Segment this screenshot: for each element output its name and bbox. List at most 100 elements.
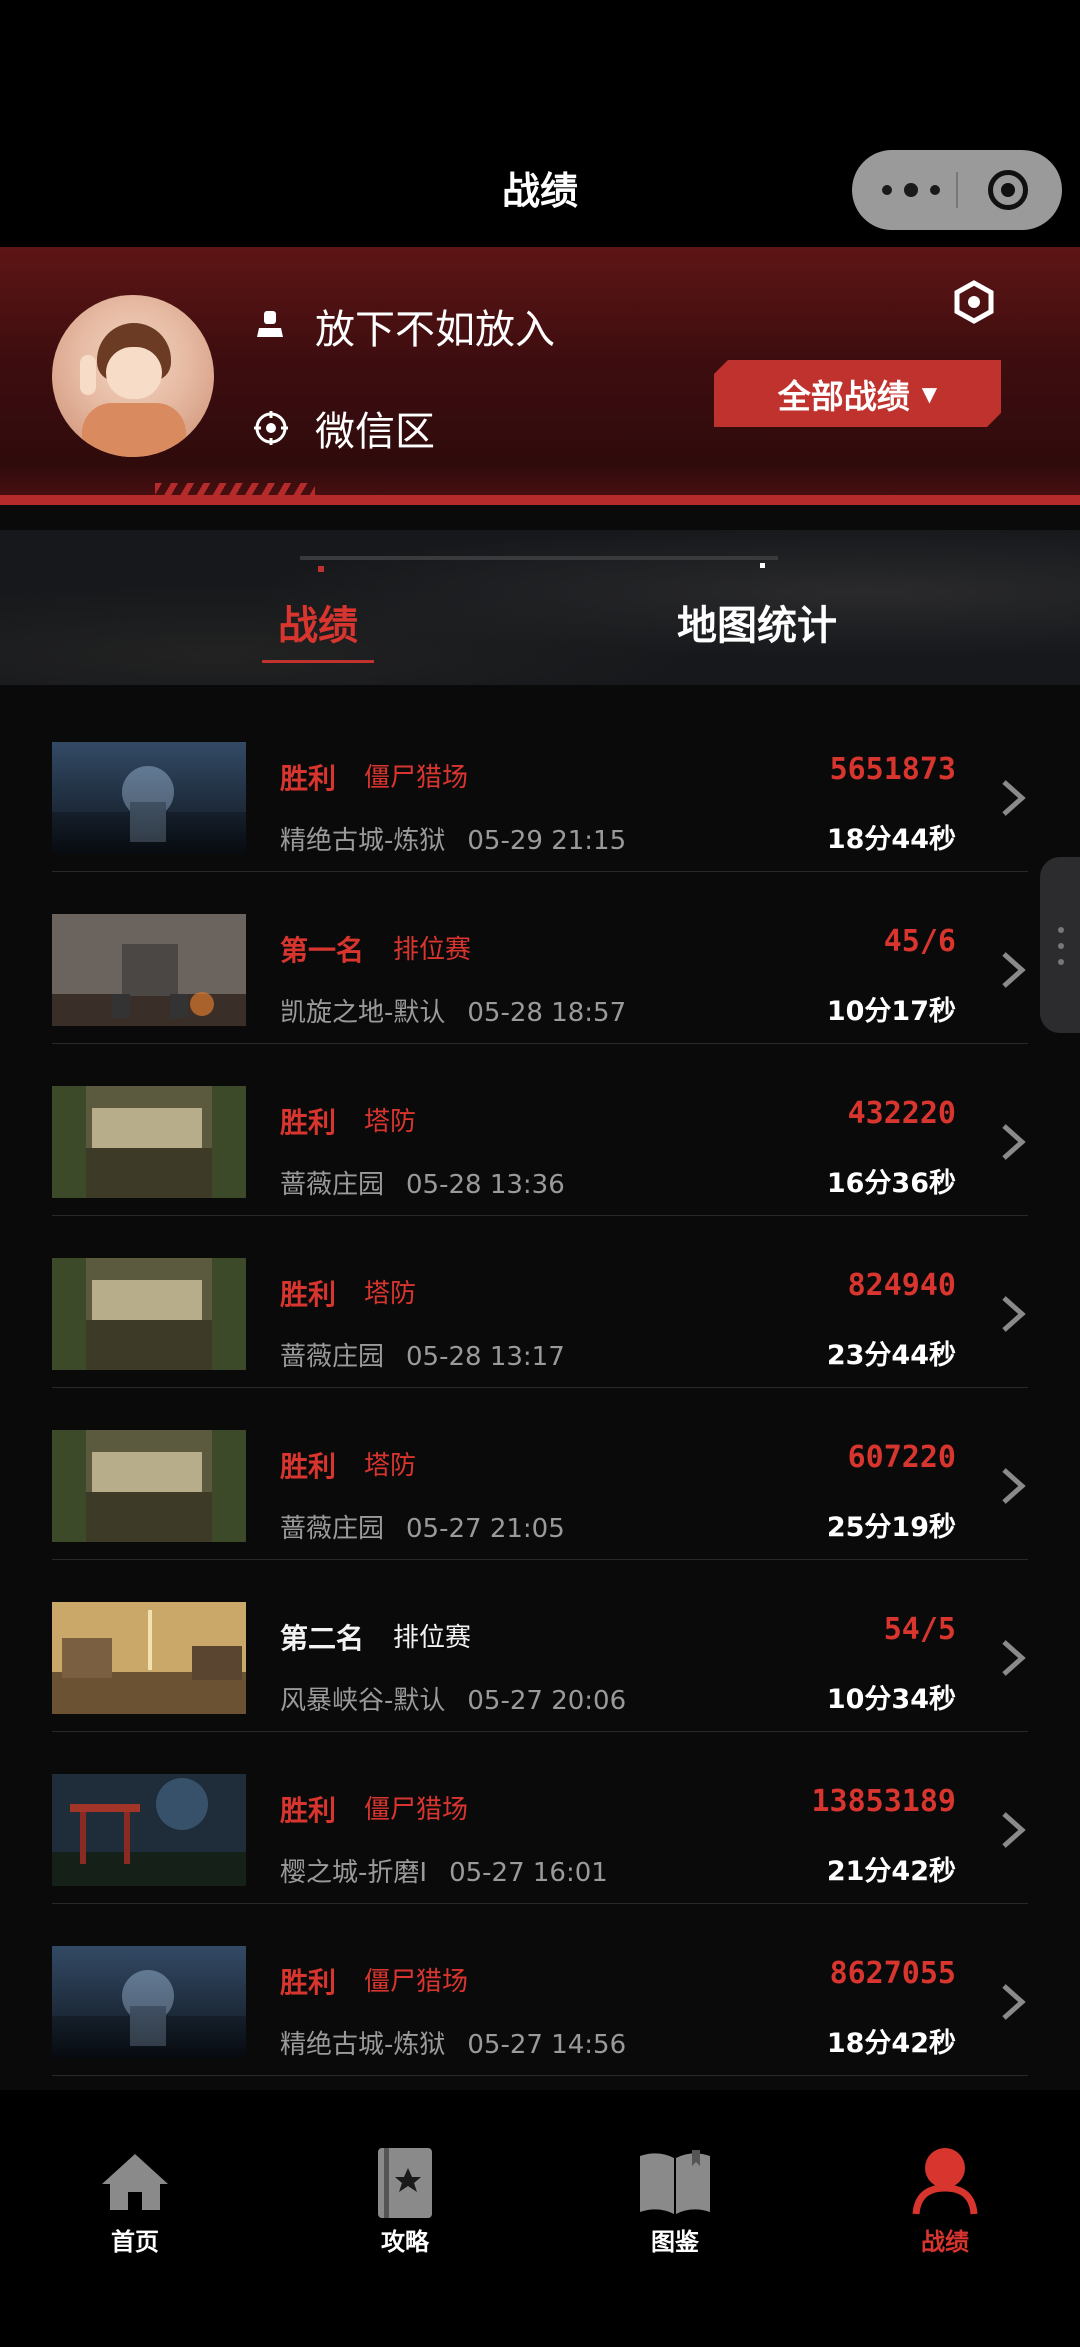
map-and-time: 蔷薇庄园 05-28 13:17 [280, 1336, 565, 1373]
map-name: 蔷薇庄园 [280, 1342, 385, 1372]
match-time: 05-27 14:56 [467, 2030, 627, 2060]
match-duration: 16分36秒 [826, 1168, 956, 1199]
match-result: 胜利 [280, 762, 337, 795]
match-time: 05-27 16:01 [449, 1858, 608, 1888]
map-and-time: 风暴峡谷-默认 05-27 20:06 [280, 1680, 626, 1717]
match-time: 05-27 20:06 [467, 1686, 627, 1716]
row-divider [52, 2075, 1028, 2076]
top-bar: 战绩 [0, 0, 1080, 247]
match-score: 45/6 [883, 924, 956, 959]
match-time: 05-27 21:05 [406, 1514, 565, 1544]
match-duration: 10分17秒 [826, 996, 956, 1027]
match-duration: 18分42秒 [826, 2028, 956, 2059]
nav-codex[interactable]: 图鉴 [540, 2090, 810, 2347]
map-name: 樱之城-折磨I [280, 1858, 428, 1888]
map-name: 精绝古城-炼狱 [280, 826, 446, 856]
chevron-right-icon [1002, 1468, 1026, 1504]
chevron-right-icon [1002, 780, 1026, 816]
mini-program-capsule [852, 150, 1062, 230]
map-thumbnail [52, 914, 246, 1026]
game-mode: 僵尸猎场 [364, 1967, 469, 1997]
map-name: 风暴峡谷-默认 [280, 1686, 446, 1716]
nav-label-records: 战绩 [921, 2228, 969, 2256]
match-score: 13853189 [811, 1784, 957, 1819]
match-duration: 25分19秒 [826, 1512, 956, 1543]
map-name: 精绝古城-炼狱 [280, 2030, 446, 2060]
caret-down-icon: ▼ [921, 381, 938, 406]
match-time: 05-28 13:17 [406, 1342, 565, 1372]
match-score: 54/5 [883, 1612, 956, 1647]
record-row[interactable]: 第一名 排位赛 凯旋之地-默认 05-28 18:57 45/6 10分17秒 [0, 872, 1080, 1044]
map-and-time: 蔷薇庄园 05-28 13:36 [280, 1164, 565, 1201]
chevron-right-icon [1002, 1296, 1026, 1332]
map-thumbnail [52, 1602, 246, 1714]
map-thumbnail [52, 742, 246, 854]
map-thumbnail [52, 1946, 246, 2058]
map-and-time: 凯旋之地-默认 05-28 18:57 [280, 992, 626, 1029]
map-thumbnail [52, 1430, 246, 1542]
user-icon [257, 311, 283, 337]
match-duration: 18分44秒 [826, 824, 956, 855]
guide-book-icon [378, 2148, 432, 2218]
map-and-time: 樱之城-折磨I 05-27 16:01 [280, 1852, 608, 1889]
profile-bottom-border [0, 495, 1080, 505]
nav-label-guide: 攻略 [381, 2228, 429, 2256]
match-time: 05-29 21:15 [467, 826, 627, 856]
all-records-filter-button[interactable]: 全部战绩 ▼ [714, 360, 1001, 427]
close-target-icon[interactable] [988, 170, 1028, 210]
tab-bar: 战绩 地图统计 [0, 530, 1080, 685]
record-row[interactable]: 胜利 塔防 蔷薇庄园 05-27 21:05 607220 25分19秒 [0, 1388, 1080, 1560]
match-score: 432220 [847, 1096, 956, 1131]
tab-slider-indicator [318, 566, 324, 572]
tab-slider-track [300, 556, 778, 560]
match-result: 胜利 [280, 1106, 337, 1139]
match-result: 胜利 [280, 1450, 337, 1483]
nav-guide[interactable]: 攻略 [270, 2090, 540, 2347]
match-duration: 21分42秒 [826, 1856, 956, 1887]
game-mode: 排位赛 [393, 935, 472, 965]
match-result: 胜利 [280, 1278, 337, 1311]
side-drawer-handle[interactable] [1040, 857, 1080, 1033]
profile-header: 放下不如放入 微信区 全部战绩 ▼ [0, 247, 1080, 505]
map-name: 蔷薇庄园 [280, 1170, 385, 1200]
match-result: 第二名 [280, 1622, 365, 1655]
settings-hexagon-icon[interactable] [952, 280, 996, 324]
nav-home[interactable]: 首页 [0, 2090, 270, 2347]
game-mode: 僵尸猎场 [364, 1795, 469, 1825]
match-time: 05-28 18:57 [467, 998, 627, 1028]
filter-label: 全部战绩 [777, 376, 910, 416]
map-thumbnail [52, 1258, 246, 1370]
map-and-time: 精绝古城-炼狱 05-29 21:15 [280, 820, 626, 857]
match-score: 8627055 [829, 1956, 956, 1991]
home-icon [102, 2154, 168, 2210]
crosshair-icon [254, 411, 288, 445]
record-row[interactable]: 胜利 僵尸猎场 精绝古城-炼狱 05-29 21:15 5651873 18分44秒 [0, 700, 1080, 872]
nav-records[interactable]: 战绩 [810, 2090, 1080, 2347]
game-mode: 塔防 [364, 1451, 417, 1481]
record-row[interactable]: 胜利 塔防蔷薇庄园 05-28 13:17 824940 23分44秒 [0, 1216, 1080, 1388]
more-options-button[interactable] [880, 176, 952, 204]
nav-label-home: 首页 [111, 2228, 159, 2256]
open-book-icon [640, 2150, 710, 2214]
avatar[interactable] [52, 295, 214, 457]
player-name: 放下不如放入 [315, 307, 555, 353]
map-name: 蔷薇庄园 [280, 1514, 385, 1544]
match-score: 824940 [847, 1268, 956, 1303]
game-mode: 塔防 [364, 1279, 417, 1309]
bottom-nav: 首页 攻略 图鉴 战绩 [0, 2090, 1080, 2347]
record-row[interactable]: 胜利 僵尸猎场精绝古城-炼狱 05-27 14:56 8627055 18分42秒 [0, 1904, 1080, 2076]
user-icon [912, 2148, 978, 2215]
decorative-stripes [155, 483, 315, 495]
nav-label-codex: 图鉴 [651, 2228, 699, 2256]
tab-records[interactable]: 战绩 [278, 593, 358, 651]
record-row[interactable]: 胜利 塔防 蔷薇庄园 05-28 13:36 432220 16分36秒 [0, 1044, 1080, 1216]
capsule-divider [956, 172, 958, 208]
match-result: 胜利 [280, 1966, 337, 1999]
record-row[interactable]: 第二名 排位赛 风暴峡谷-默认 05-27 20:06 54/5 10分34秒 [0, 1560, 1080, 1732]
match-duration: 23分44秒 [826, 1340, 956, 1371]
tab-map-stats[interactable]: 地图统计 [677, 593, 837, 651]
server-name: 微信区 [315, 409, 435, 455]
map-thumbnail [52, 1086, 246, 1198]
record-row[interactable]: 胜利 僵尸猎场 樱之城-折磨I 05-27 16:01 13853189 21分42秒 [0, 1732, 1080, 1904]
chevron-right-icon [1002, 1124, 1026, 1160]
